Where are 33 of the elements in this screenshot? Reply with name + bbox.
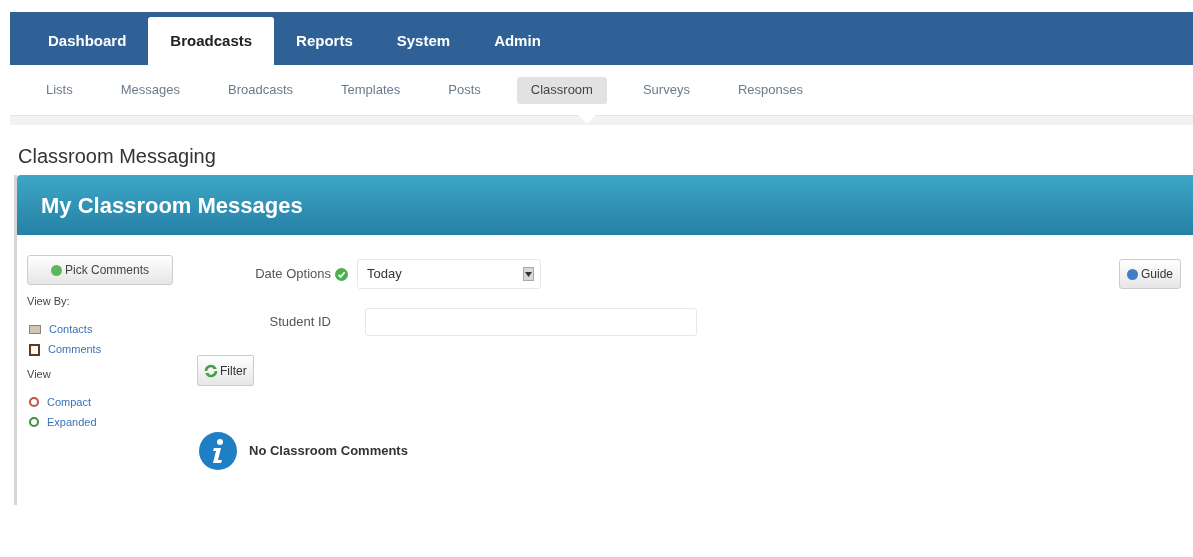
book-icon — [29, 343, 40, 356]
section-label: View — [27, 366, 52, 382]
empty-message: No Classroom Comments — [249, 442, 408, 461]
filter-button[interactable]: Filter — [197, 355, 254, 386]
sidebar-link[interactable]: Compact — [47, 393, 92, 411]
sidebar-link[interactable]: Expanded — [47, 413, 97, 431]
refresh-icon — [204, 363, 218, 378]
nav-tab[interactable]: Dashboard — [26, 17, 149, 65]
pick-comments-button[interactable]: Pick Comments — [27, 255, 173, 285]
page-title: Classroom Messaging — [18, 145, 216, 167]
field-label: Student ID — [268, 313, 331, 332]
panel-header: My Classroom Messages — [17, 175, 1193, 235]
sub-tab[interactable]: Classroom — [516, 76, 607, 104]
nav-tab[interactable]: Admin — [472, 17, 563, 65]
sub-tab[interactable]: Posts — [436, 76, 493, 104]
date-dropdown[interactable]: Today — [357, 259, 541, 289]
check-icon — [335, 267, 348, 281]
sub-tab[interactable]: Broadcasts — [216, 76, 306, 104]
caret-icon — [523, 267, 534, 281]
nav-tab[interactable]: Broadcasts — [148, 17, 275, 65]
sub-tab[interactable]: Messages — [108, 76, 192, 104]
sub-tab[interactable]: Responses — [725, 76, 815, 104]
section-label: View By: — [27, 294, 71, 309]
sub-tab[interactable]: Lists — [34, 76, 85, 104]
sub-tab[interactable]: Surveys — [630, 76, 702, 104]
card-icon — [29, 325, 41, 334]
sidebar-link[interactable]: Comments — [48, 341, 102, 358]
sidebar-link[interactable]: Contacts — [49, 321, 93, 338]
sub-tab[interactable]: Templates — [329, 76, 413, 104]
guide-button[interactable]: Guide — [1118, 259, 1181, 289]
nav-tab[interactable]: System — [374, 17, 473, 65]
nav-tab[interactable]: Reports — [274, 17, 375, 65]
field-label: Date Options — [254, 265, 331, 284]
